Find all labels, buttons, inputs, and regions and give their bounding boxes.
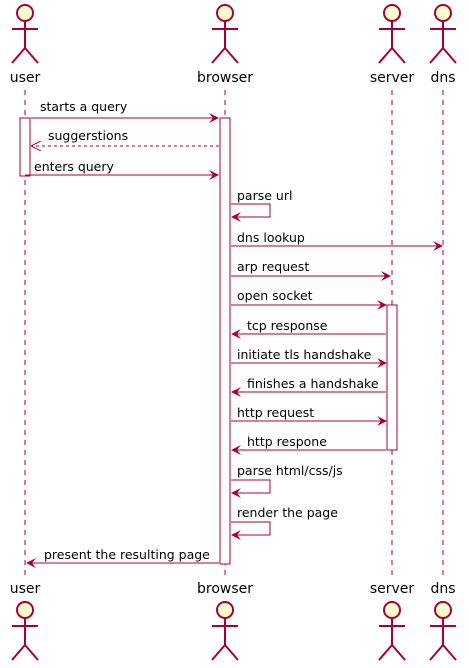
actor-label: server: [370, 70, 415, 86]
message-http-respone: http respone: [231, 434, 386, 455]
message-http-request: http request: [231, 405, 387, 426]
message-label: http respone: [247, 434, 327, 449]
message-initiate-tls-handshake: initiate tls handshake: [231, 347, 387, 368]
sequence-diagram: user browser server dns user browser ser…: [10, 4, 457, 661]
message-label: present the resulting page: [44, 547, 210, 562]
message-label: parse html/css/js: [237, 463, 343, 478]
message-label: enters query: [34, 159, 115, 174]
actor-user-bottom: user: [10, 581, 41, 661]
actor-label: browser: [197, 581, 253, 597]
message-open-socket: open socket: [231, 288, 387, 310]
actor-label: browser: [197, 70, 253, 86]
actor-server-top: server: [370, 4, 415, 86]
message-finishes-a-handshake: finishes a handshake: [231, 376, 386, 397]
message-arp-request: arp request: [231, 259, 391, 281]
message-label: starts a query: [40, 99, 128, 114]
message-label: parse url: [237, 188, 292, 203]
message-enters-query: enters query: [25, 159, 219, 180]
actor-label: user: [10, 70, 41, 86]
message-label: finishes a handshake: [247, 376, 379, 391]
activation-user: [19, 117, 31, 177]
message-present-the-resulting-page: present the resulting page: [26, 547, 219, 568]
actor-dns-bottom: dns: [429, 581, 457, 661]
message-label: dns lookup: [237, 230, 305, 245]
actor-browser-bottom: browser: [197, 581, 253, 661]
message-label: arp request: [237, 259, 309, 274]
actor-label: server: [370, 581, 415, 597]
message-label: open socket: [237, 288, 313, 303]
message-suggerstions: suggerstions: [32, 128, 219, 146]
actor-dns-top: dns: [429, 4, 457, 86]
message-label: tcp response: [247, 318, 328, 333]
activation-server: [386, 304, 398, 451]
message-label: suggerstions: [48, 128, 128, 143]
message-render-the-page: render the page: [231, 505, 338, 540]
actor-user-top: user: [10, 4, 41, 86]
actor-browser-top: browser: [197, 4, 253, 86]
actor-server-bottom: server: [370, 581, 415, 661]
message-label: initiate tls handshake: [237, 347, 372, 362]
message-label: render the page: [237, 505, 338, 520]
message-label: http request: [237, 405, 314, 420]
activation-browser: [219, 117, 231, 565]
message-tcp-response: tcp response: [231, 318, 386, 339]
actor-label: dns: [430, 70, 455, 86]
actor-label: dns: [430, 581, 455, 597]
message-parse-html-css-js: parse html/css/js: [231, 463, 343, 498]
message-dns-lookup: dns lookup: [231, 230, 443, 251]
actor-label: user: [10, 581, 41, 597]
message-starts-a-query: starts a query: [31, 99, 219, 123]
message-parse-url: parse url: [231, 188, 292, 222]
